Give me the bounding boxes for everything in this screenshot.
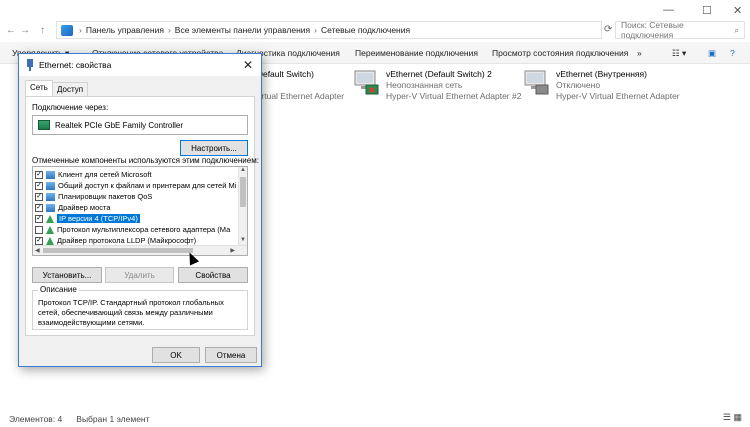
- tab-network[interactable]: Сеть: [25, 80, 53, 97]
- connect-through-label: Подключение через:: [32, 103, 109, 112]
- refresh-icon[interactable]: ⟳: [604, 24, 612, 35]
- list-item[interactable]: ✓ IP версии 4 (TCP/IPv4): [35, 213, 240, 224]
- selection-count: Выбран 1 элемент: [76, 414, 150, 424]
- component-label: Драйвер моста: [58, 203, 111, 212]
- scroll-down-icon[interactable]: ▼: [240, 237, 246, 243]
- breadcrumb-separator: ›: [79, 25, 82, 35]
- breadcrumb-control-panel[interactable]: Панель управления: [86, 25, 164, 35]
- properties-button[interactable]: Свойства: [178, 267, 248, 283]
- adapter-field: Realtek PCIe GbE Family Controller: [32, 115, 248, 135]
- control-panel-icon: [61, 24, 73, 36]
- checkbox[interactable]: ✓: [35, 170, 43, 179]
- ethernet-properties-dialog: Ethernet: свойства ✕ Сеть Доступ Подключ…: [18, 53, 262, 367]
- list-item[interactable]: ✓ Общий доступ к файлам и принтерам для …: [35, 180, 240, 191]
- scroll-right-icon[interactable]: ▶: [230, 247, 235, 254]
- checkbox[interactable]: ✓: [35, 236, 43, 245]
- horizontal-scrollbar[interactable]: ◀ ▶: [33, 245, 247, 255]
- checkbox[interactable]: [35, 225, 43, 234]
- search-icon: ⌕: [734, 24, 739, 35]
- install-button[interactable]: Установить...: [32, 267, 102, 283]
- view-options-icon[interactable]: ☷ ▾: [672, 48, 686, 59]
- component-label: Общий доступ к файлам и принтерам для се…: [58, 181, 237, 190]
- more-commands-button[interactable]: »: [637, 48, 642, 58]
- network-card-icon: [38, 120, 50, 130]
- checkbox[interactable]: ✓: [35, 192, 43, 201]
- scroll-left-icon[interactable]: ◀: [35, 247, 40, 254]
- details-view-icon[interactable]: ☰ ▦: [723, 412, 742, 423]
- connection-adapter: Hyper-V Virtual Ethernet Adapter: [556, 91, 680, 101]
- checkbox[interactable]: ✓: [35, 181, 43, 190]
- preview-pane-icon[interactable]: ▣: [708, 48, 716, 59]
- connection-adapter: Virtual Ethernet Adapter: [254, 91, 345, 101]
- description-group: Описание Протокол TCP/IP. Стандартный пр…: [32, 285, 248, 330]
- list-item[interactable]: Протокол мультиплексора сетевого адаптер…: [35, 224, 240, 235]
- maximize-button[interactable]: ☐: [702, 4, 712, 17]
- ethernet-icon: [27, 59, 33, 71]
- up-button[interactable]: ↑: [40, 25, 45, 36]
- protocol-icon: [46, 225, 54, 234]
- client-icon: [46, 192, 55, 201]
- components-list[interactable]: ✓ Клиент для сетей Microsoft ✓ Общий дос…: [32, 166, 248, 256]
- close-button[interactable]: ✕: [733, 4, 742, 17]
- client-icon: [46, 203, 55, 212]
- dialog-close-button[interactable]: ✕: [243, 58, 253, 72]
- remove-button[interactable]: Удалить: [105, 267, 174, 283]
- connection-name: vEthernet (Default Switch) 2: [386, 69, 492, 79]
- configure-button[interactable]: Настроить...: [180, 140, 248, 156]
- connection-item[interactable]: vEthernet (Default Switch) 2 Неопознанна…: [352, 68, 522, 104]
- connection-name: (Default Switch): [254, 69, 314, 79]
- connection-status: Неопознанная сеть: [386, 80, 463, 90]
- dialog-title: Ethernet: свойства: [39, 60, 112, 70]
- item-count: Элементов: 4: [9, 414, 63, 424]
- list-item[interactable]: ✓ Клиент для сетей Microsoft: [35, 169, 240, 180]
- search-input[interactable]: Поиск: Сетевые подключения ⌕: [615, 20, 745, 40]
- component-label: Планировщик пакетов QoS: [58, 192, 153, 201]
- component-label: Протокол мультиплексора сетевого адаптер…: [57, 225, 231, 234]
- connection-adapter: Hyper-V Virtual Ethernet Adapter #2: [386, 91, 522, 101]
- checkbox[interactable]: ✓: [35, 214, 43, 223]
- status-bar: Элементов: 4 Выбран 1 элемент: [0, 411, 750, 427]
- minimize-button[interactable]: —: [663, 4, 674, 16]
- checkbox[interactable]: ✓: [35, 203, 43, 212]
- components-label: Отмеченные компоненты используются этим …: [32, 156, 259, 165]
- component-label: Драйвер протокола LLDP (Майкрософт): [57, 236, 197, 245]
- help-icon[interactable]: ?: [730, 48, 735, 58]
- scroll-thumb[interactable]: [43, 248, 193, 253]
- connection-status: Отключено: [556, 80, 601, 90]
- cancel-button[interactable]: Отмена: [205, 347, 257, 363]
- list-item[interactable]: ✓ Драйвер моста: [35, 202, 240, 213]
- description-caption: Описание: [38, 285, 79, 294]
- description-text: Протокол TCP/IP. Стандартный протокол гл…: [38, 298, 224, 327]
- protocol-icon: [46, 236, 54, 245]
- breadcrumb-all-items[interactable]: Все элементы панели управления: [175, 25, 310, 35]
- connection-item[interactable]: vEthernet (Внутренняя) Отключено Hyper-V…: [522, 68, 702, 104]
- view-status-button[interactable]: Просмотр состояния подключения: [492, 48, 628, 58]
- vertical-scrollbar[interactable]: ▲ ▼: [238, 167, 247, 245]
- dialog-title-bar[interactable]: Ethernet: свойства ✕: [19, 54, 261, 76]
- forward-button[interactable]: →: [20, 25, 30, 36]
- protocol-icon: [46, 214, 54, 223]
- ok-button[interactable]: OK: [152, 347, 200, 363]
- breadcrumb-network-connections[interactable]: Сетевые подключения: [321, 25, 410, 35]
- breadcrumb-separator: ›: [167, 25, 171, 35]
- back-button[interactable]: ←: [6, 25, 16, 36]
- component-label: Клиент для сетей Microsoft: [58, 170, 152, 179]
- explorer-header: — ☐ ✕ ← → ↑ › Панель управления › Все эл…: [0, 0, 750, 42]
- breadcrumb-separator: ›: [314, 25, 317, 35]
- scroll-up-icon[interactable]: ▲: [240, 167, 246, 173]
- rename-button[interactable]: Переименование подключения: [355, 48, 478, 58]
- network-adapter-icon: [524, 70, 549, 95]
- network-tab-panel: Подключение через: Realtek PCIe GbE Fami…: [25, 96, 259, 336]
- address-bar[interactable]: › Панель управления › Все элементы панел…: [56, 21, 602, 39]
- connection-name: vEthernet (Внутренняя): [556, 69, 647, 79]
- list-item[interactable]: ✓ Планировщик пакетов QoS: [35, 191, 240, 202]
- scroll-thumb[interactable]: [240, 177, 246, 207]
- client-icon: [46, 170, 55, 179]
- network-adapter-icon: [354, 70, 379, 95]
- client-icon: [46, 181, 55, 190]
- tab-sharing[interactable]: Доступ: [52, 82, 89, 97]
- search-placeholder: Поиск: Сетевые подключения: [621, 20, 684, 40]
- component-label: IP версии 4 (TCP/IPv4): [57, 214, 140, 223]
- adapter-name: Realtek PCIe GbE Family Controller: [55, 120, 184, 130]
